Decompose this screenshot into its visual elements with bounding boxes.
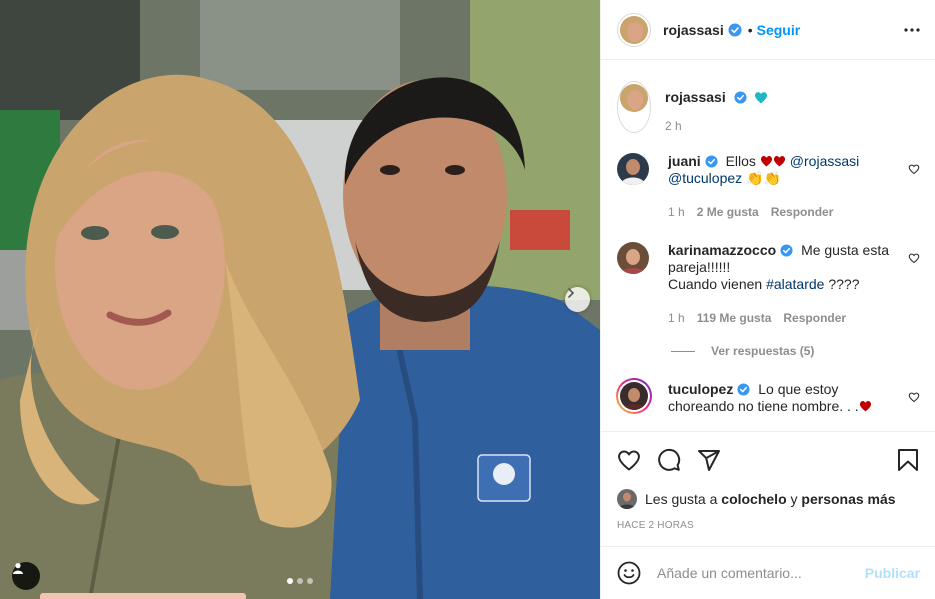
post-header: rojassasi • Seguir	[601, 0, 935, 60]
comment-like-icon[interactable]	[908, 391, 920, 403]
comment-likes[interactable]: 119 Me gusta	[697, 311, 772, 325]
reply-button[interactable]: Responder	[771, 205, 834, 219]
view-replies-button[interactable]: Ver respuestas (5)	[671, 344, 814, 358]
heart-icon	[618, 450, 640, 471]
publish-button[interactable]: Publicar	[865, 565, 920, 581]
verified-icon	[705, 155, 718, 168]
next-image-button[interactable]	[565, 287, 590, 312]
separator: •	[747, 21, 753, 38]
user-tag-icon	[13, 563, 23, 574]
comment-like-icon[interactable]	[908, 163, 920, 175]
avatar	[620, 84, 648, 112]
divider	[671, 350, 695, 352]
carousel-indicator	[287, 578, 313, 584]
teal-heart-emoji-icon	[754, 92, 767, 104]
liker-username[interactable]: colochelo	[721, 491, 786, 507]
liker-avatar[interactable]	[617, 489, 637, 509]
comment-like-icon[interactable]	[908, 252, 920, 264]
comment-username[interactable]: karinamazzocco	[668, 242, 776, 258]
add-comment-bar: Publicar	[601, 546, 935, 599]
comment-input[interactable]	[657, 565, 857, 581]
comment-body: karinamazzocco Me gusta esta pareja!!!!!…	[668, 242, 898, 293]
carousel-dot	[287, 578, 293, 584]
comment-button[interactable]	[649, 440, 689, 480]
comment-body: juani Ellos @rojassasi @tuculopez 👏👏	[668, 153, 898, 187]
follow-button[interactable]: Seguir	[757, 22, 801, 38]
comment-emoji: 👏👏	[742, 170, 781, 186]
caption: rojassasi 2 h	[617, 81, 768, 133]
post-timestamp[interactable]: HACE 2 HORAS	[617, 520, 694, 531]
overlay-strip	[40, 593, 246, 599]
user-tags-button[interactable]	[12, 562, 40, 590]
more-icon	[904, 27, 920, 32]
comment-body: tuculopez Lo que estoy choreando no tien…	[668, 381, 898, 415]
emoji-icon[interactable]	[617, 561, 641, 585]
red-heart-emoji-icon	[773, 155, 785, 167]
verified-icon	[728, 23, 742, 36]
carousel-dot	[297, 578, 303, 584]
share-icon	[698, 450, 720, 471]
caption-time: 2 h	[665, 119, 682, 133]
comment-hashtag[interactable]: #alatarde	[766, 276, 824, 292]
post-actions: Les gusta a colochelo y personas más HAC…	[601, 431, 935, 546]
caption-username[interactable]: rojassasi	[665, 89, 726, 105]
red-heart-emoji-icon	[760, 155, 772, 167]
likes-and: y	[790, 491, 798, 507]
comment-likes[interactable]: 2 Me gusta	[697, 205, 759, 219]
author-username[interactable]: rojassasi	[663, 22, 724, 38]
more-options-button[interactable]	[904, 27, 920, 32]
reply-button[interactable]: Responder	[783, 311, 846, 325]
chevron-right-icon	[568, 288, 575, 298]
verified-icon	[737, 383, 750, 396]
avatar	[620, 382, 648, 410]
comments-section: rojassasi 2 h juani Ellos @rojassasi @tu…	[601, 61, 935, 431]
comment-actions: 1 h 119 Me gusta Responder	[668, 311, 846, 325]
verified-icon	[734, 91, 747, 104]
verified-icon	[780, 244, 793, 257]
likes-prefix: Les gusta a	[645, 491, 718, 507]
story-ring[interactable]	[616, 378, 652, 414]
action-icons	[609, 440, 928, 480]
likes-summary: Les gusta a colochelo y personas más	[617, 489, 896, 509]
comment-username[interactable]: tuculopez	[668, 381, 733, 397]
save-button[interactable]	[888, 440, 928, 480]
caption-avatar-ring[interactable]	[617, 81, 651, 133]
comment-username[interactable]: juani	[668, 153, 701, 169]
post-photo	[0, 0, 600, 599]
post-panel: rojassasi • Seguir rojassasi 2 h juani E…	[600, 0, 935, 599]
avatar	[620, 15, 648, 44]
comment-text-line2: Cuando vienen	[668, 276, 767, 292]
carousel-dot	[307, 578, 313, 584]
red-heart-emoji-icon	[859, 400, 871, 412]
comment-text-tail: ????	[824, 276, 860, 292]
comment-text: Ellos	[725, 153, 760, 169]
comment-time[interactable]: 1 h	[668, 205, 685, 219]
others-likes-link[interactable]: personas más	[801, 491, 895, 507]
comment-icon	[658, 448, 681, 471]
comment-actions: 1 h 2 Me gusta Responder	[668, 205, 833, 219]
post-image[interactable]	[0, 0, 600, 599]
like-button[interactable]	[609, 440, 649, 480]
avatar[interactable]	[617, 153, 649, 185]
caption-text: rojassasi 2 h	[665, 89, 768, 133]
save-icon	[898, 449, 918, 471]
author-avatar-ring[interactable]	[617, 12, 651, 47]
view-replies-label: Ver respuestas (5)	[711, 344, 815, 358]
share-button[interactable]	[689, 440, 729, 480]
avatar[interactable]	[617, 242, 649, 274]
comment-time[interactable]: 1 h	[668, 311, 685, 325]
